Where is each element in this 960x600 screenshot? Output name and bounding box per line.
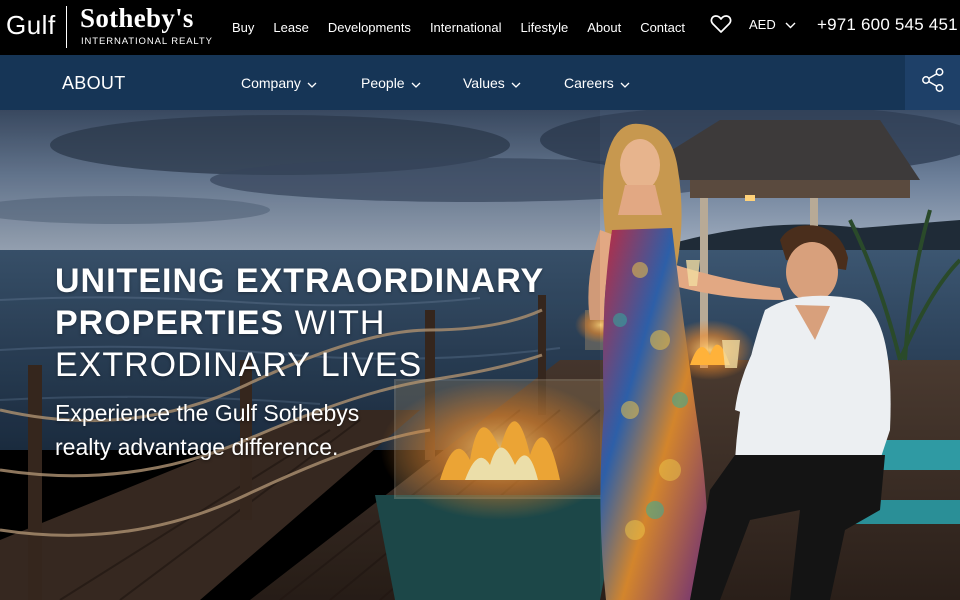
hero-headline: UNITEING EXTRAORDINARY PROPERTIES WITH E…: [55, 260, 595, 386]
hero-tagline: Experience the Gulf Sothebys realty adva…: [55, 396, 595, 464]
subnav-item-values[interactable]: Values: [463, 75, 564, 91]
chevron-down-icon: [620, 75, 630, 91]
subnav-item-label: People: [361, 74, 405, 91]
logo-gulf-text: Gulf: [6, 10, 56, 40]
subnav-item-careers[interactable]: Careers: [564, 75, 654, 91]
nav-buy[interactable]: Buy: [232, 20, 254, 35]
subnav-item-people[interactable]: People: [361, 75, 463, 91]
nav-international[interactable]: International: [430, 20, 502, 35]
chevron-down-icon: [511, 75, 521, 91]
nav-lease[interactable]: Lease: [273, 20, 308, 35]
nav-developments[interactable]: Developments: [328, 20, 411, 35]
headline-line-2-bold: PROPERTIES: [55, 304, 285, 342]
tagline-line-1: Experience the Gulf Sothebys: [55, 400, 360, 426]
chevron-down-icon: [411, 75, 421, 91]
headline-line-1: UNITEING EXTRAORDINARY: [55, 262, 545, 300]
subnav-item-label: Values: [463, 74, 505, 91]
nav-contact[interactable]: Contact: [640, 20, 685, 35]
chevron-down-icon: [785, 17, 796, 32]
hero-text: UNITEING EXTRAORDINARY PROPERTIES WITH E…: [55, 260, 595, 464]
heart-icon[interactable]: [710, 14, 732, 34]
share-button[interactable]: [905, 55, 960, 110]
chevron-down-icon: [307, 75, 317, 91]
currency-selector[interactable]: AED: [749, 17, 796, 32]
logo-sothebys-text: Sotheby's: [80, 3, 194, 33]
subnav-item-label: Company: [241, 74, 301, 91]
nav-about[interactable]: About: [587, 20, 621, 35]
main-nav: Buy Lease Developments International Lif…: [232, 0, 704, 55]
logo-subtitle: INTERNATIONAL REALTY: [81, 36, 213, 47]
subnav-item-label: Careers: [564, 74, 614, 91]
top-bar: Gulf Sotheby's INTERNATIONAL REALTY Buy …: [0, 0, 960, 55]
phone-link[interactable]: +971 600 545 451: [817, 15, 958, 35]
section-title: ABOUT: [62, 73, 126, 93]
headline-line-2-thin: WITH: [284, 304, 386, 342]
share-icon: [920, 67, 946, 98]
logo-divider: [66, 6, 67, 48]
brand-logo[interactable]: Gulf Sotheby's INTERNATIONAL REALTY: [0, 0, 215, 55]
hero-banner: UNITEING EXTRAORDINARY PROPERTIES WITH E…: [0, 110, 960, 600]
currency-value: AED: [749, 17, 776, 32]
nav-lifestyle[interactable]: Lifestyle: [521, 20, 569, 35]
tagline-line-2: realty advantage difference.: [55, 434, 339, 460]
headline-line-3: EXTRODINARY LIVES: [55, 346, 423, 384]
section-subnav: ABOUT Company People Values Careers: [0, 55, 960, 110]
subnav-item-company[interactable]: Company: [241, 75, 361, 91]
subnav-menu: Company People Values Careers: [241, 55, 654, 110]
